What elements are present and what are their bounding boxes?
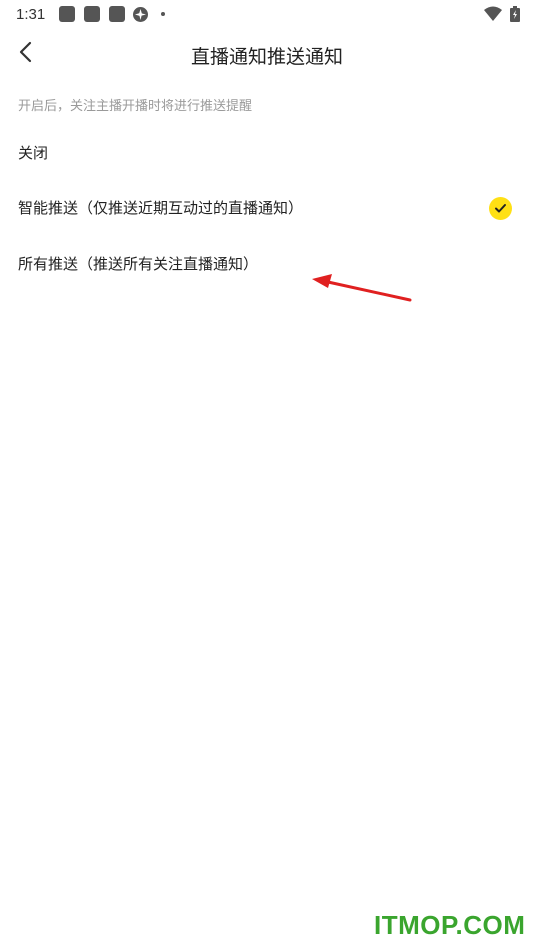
option-label: 智能推送（仅推送近期互动过的直播通知） [18,199,304,217]
watermark: ITMOP.COM [374,910,526,940]
option-label: 所有推送（推送所有关注直播通知） [18,255,259,273]
hint-text: 开启后，关注主播开播时将进行推送提醒 [18,99,253,114]
app-icon [109,6,125,22]
option-all-push[interactable]: 所有推送（推送所有关注直播通知） [0,237,534,293]
wifi-icon [483,6,502,26]
app-icon [59,6,75,22]
page-title: 直播通知推送通知 [190,46,343,68]
option-off[interactable]: 关闭 [0,126,534,182]
battery-icon [510,5,520,26]
annotation-arrow-icon [300,270,415,309]
status-time: 1:31 [16,6,46,23]
settings-icon [132,6,149,27]
app-bar: 直播通知推送通知 [0,30,534,78]
app-icon [84,6,100,22]
status-bar: 1:31 [0,0,534,30]
option-label: 关闭 [18,144,49,162]
dot-icon [161,12,165,16]
checkmark-icon [489,197,512,220]
status-right-icons [483,5,520,26]
option-smart-push[interactable]: 智能推送（仅推送近期互动过的直播通知） [0,181,534,237]
